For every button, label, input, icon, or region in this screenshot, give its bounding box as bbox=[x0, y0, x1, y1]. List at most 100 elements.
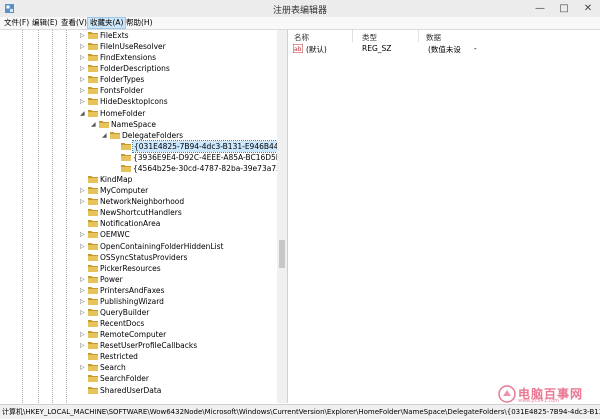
tree-key[interactable]: NotificationArea bbox=[80, 218, 160, 229]
tree-key[interactable]: ▷ NetworkNeighborhood bbox=[80, 196, 184, 207]
tree-key[interactable]: ▷ OEMWC bbox=[80, 229, 130, 240]
folder-icon bbox=[99, 120, 109, 128]
folder-icon bbox=[88, 331, 98, 339]
expand-arrow-icon[interactable]: ▷ bbox=[80, 307, 88, 318]
column-separator[interactable] bbox=[418, 30, 419, 42]
column-header-data[interactable]: 数据 bbox=[426, 32, 441, 43]
tree-key[interactable]: ◢ NameSpace bbox=[91, 119, 156, 130]
tree-key-label: HideDesktopIcons bbox=[100, 97, 168, 107]
close-button[interactable]: ✕ bbox=[576, 0, 600, 17]
tree-key[interactable]: {4564b25e-30cd-4787-82ba-39e73a750b14} bbox=[113, 163, 287, 174]
tree-key[interactable]: PickerResources bbox=[80, 263, 161, 274]
tree-guide-line bbox=[38, 30, 39, 403]
folder-icon bbox=[88, 375, 98, 383]
tree-key-label: FolderTypes bbox=[100, 75, 145, 85]
tree-key[interactable]: ▷ MyComputer bbox=[80, 185, 148, 196]
tree-key[interactable]: ▷ FontsFolder bbox=[80, 85, 143, 96]
tree-key[interactable]: ▷ HideDesktopIcons bbox=[80, 96, 168, 107]
tree-key[interactable]: ▷ FileInUseResolver bbox=[80, 41, 166, 52]
tree-key[interactable]: Restricted bbox=[80, 351, 138, 362]
tree-key[interactable]: {3936E9E4-D92C-4EEE-A85A-BC16D5EA0819} bbox=[113, 152, 287, 163]
tree-key[interactable]: {031E4825-7B94-4dc3-B131-E946B44C8DD5} bbox=[113, 139, 287, 153]
expand-arrow-icon[interactable]: ▷ bbox=[80, 41, 88, 52]
tree-key[interactable]: ▷ FileExts bbox=[80, 30, 129, 41]
expand-arrow-icon[interactable]: ▷ bbox=[80, 296, 88, 307]
maximize-button[interactable]: □ bbox=[552, 0, 576, 17]
tree-key[interactable]: ▷ ResetUserProfileCallbacks bbox=[80, 340, 197, 351]
tree-key[interactable]: ▷ PublishingWizard bbox=[80, 296, 164, 307]
tree-key-label: SharedUserData bbox=[100, 385, 162, 395]
tree-key-label: PickerResources bbox=[100, 263, 161, 273]
expand-arrow-icon[interactable]: ▷ bbox=[80, 63, 88, 74]
folder-icon bbox=[88, 320, 98, 328]
tree-key[interactable]: ▷ FindExtensions bbox=[80, 52, 156, 63]
folder-icon bbox=[88, 309, 98, 316]
expand-arrow-icon[interactable]: ▷ bbox=[80, 340, 88, 351]
tree-key[interactable]: KindMap bbox=[80, 174, 132, 185]
tree-key[interactable]: ▷ Search bbox=[80, 362, 126, 373]
watermark: 电脑百事网 www.pc841.com bbox=[496, 384, 600, 404]
folder-icon bbox=[88, 275, 98, 283]
column-header-type[interactable]: 类型 bbox=[362, 32, 377, 43]
expand-arrow-icon[interactable]: ◢ bbox=[102, 130, 110, 141]
menu-favorites[interactable]: 收藏夹(A) bbox=[87, 17, 127, 29]
scrollbar-thumb[interactable] bbox=[279, 240, 285, 268]
tree-key-label: Restricted bbox=[100, 352, 138, 362]
menu-help[interactable]: 帮助(H) bbox=[124, 18, 155, 28]
folder-icon bbox=[88, 54, 98, 62]
expand-arrow-icon[interactable]: ▷ bbox=[80, 74, 88, 85]
expand-arrow-icon[interactable]: ◢ bbox=[91, 119, 99, 130]
tree-key-label: SearchFolder bbox=[100, 374, 149, 384]
menu-view[interactable]: 查看(V) bbox=[59, 18, 89, 28]
tree-key[interactable]: ▷ RemoteComputer bbox=[80, 329, 166, 340]
folder-icon bbox=[88, 242, 98, 250]
folder-icon bbox=[88, 65, 98, 73]
folder-icon bbox=[88, 187, 98, 195]
tree-key-label: PrintersAndFaxes bbox=[100, 285, 165, 295]
expand-arrow-icon[interactable]: ▷ bbox=[80, 30, 88, 41]
registry-key-tree[interactable]: ▷ FileExts ▷ FileInUseResolver ▷ FindExtensio… bbox=[0, 30, 288, 403]
column-separator[interactable] bbox=[352, 30, 353, 42]
tree-key[interactable]: SharedUserData bbox=[80, 385, 161, 396]
tree-key-label: RecentDocs bbox=[100, 319, 145, 329]
tree-key[interactable]: ▷ OpenContainingFolderHiddenList bbox=[80, 241, 223, 252]
window-title: 注册表编辑器 bbox=[272, 6, 327, 16]
tree-key[interactable]: ▷ QueryBuilder bbox=[80, 307, 149, 318]
tree-key[interactable]: ▷ Power bbox=[80, 274, 123, 285]
tree-key[interactable]: ◢ HomeFolder bbox=[80, 108, 145, 119]
expand-arrow-icon[interactable]: ▷ bbox=[80, 185, 88, 196]
folder-icon bbox=[88, 353, 98, 361]
tree-key[interactable]: SearchFolder bbox=[80, 373, 149, 384]
tree-key[interactable]: NewShortcutHandlers bbox=[80, 207, 182, 218]
expand-arrow-icon[interactable]: ▷ bbox=[80, 229, 88, 240]
expand-arrow-icon[interactable]: ◢ bbox=[80, 108, 88, 119]
tree-key[interactable]: ◢ DelegateFolders bbox=[102, 130, 183, 141]
tree-key[interactable]: ▷ PrintersAndFaxes bbox=[80, 285, 164, 296]
value-type: REG_SZ bbox=[362, 44, 392, 53]
expand-arrow-icon[interactable]: ▷ bbox=[80, 52, 88, 63]
expand-arrow-icon[interactable]: ▷ bbox=[80, 96, 88, 107]
menu-edit[interactable]: 编辑(E) bbox=[30, 18, 60, 28]
folder-icon bbox=[88, 220, 98, 228]
menu-file[interactable]: 文件(F) bbox=[2, 18, 31, 28]
expand-arrow-icon[interactable]: ▷ bbox=[80, 85, 88, 96]
tree-key-label: FileInUseResolver bbox=[100, 42, 166, 52]
expand-arrow-icon[interactable]: ▷ bbox=[80, 362, 88, 373]
tree-key[interactable]: OSSyncStatusProviders bbox=[80, 252, 187, 263]
tree-key[interactable]: RecentDocs bbox=[80, 318, 144, 329]
folder-icon bbox=[88, 32, 98, 39]
value-name[interactable]: (默认) bbox=[306, 44, 327, 55]
minimize-button[interactable]: — bbox=[528, 0, 552, 17]
expand-arrow-icon[interactable]: ▷ bbox=[80, 329, 88, 340]
expand-arrow-icon[interactable]: ▷ bbox=[80, 274, 88, 285]
tree-key[interactable]: ▷ FolderTypes bbox=[80, 74, 144, 85]
expand-arrow-icon[interactable]: ▷ bbox=[80, 196, 88, 207]
tree-vertical-scrollbar[interactable] bbox=[277, 30, 287, 403]
expand-arrow-icon[interactable]: ▷ bbox=[80, 241, 88, 252]
tree-key[interactable]: ▷ FolderDescriptions bbox=[80, 63, 170, 74]
column-header-name[interactable]: 名称 bbox=[294, 32, 309, 43]
expand-arrow-icon[interactable]: ▷ bbox=[80, 285, 88, 296]
tree-key-label: OpenContainingFolderHiddenList bbox=[100, 241, 224, 251]
tree-key-label: FileExts bbox=[100, 31, 129, 40]
value-data-ellipsis: - bbox=[474, 44, 477, 53]
